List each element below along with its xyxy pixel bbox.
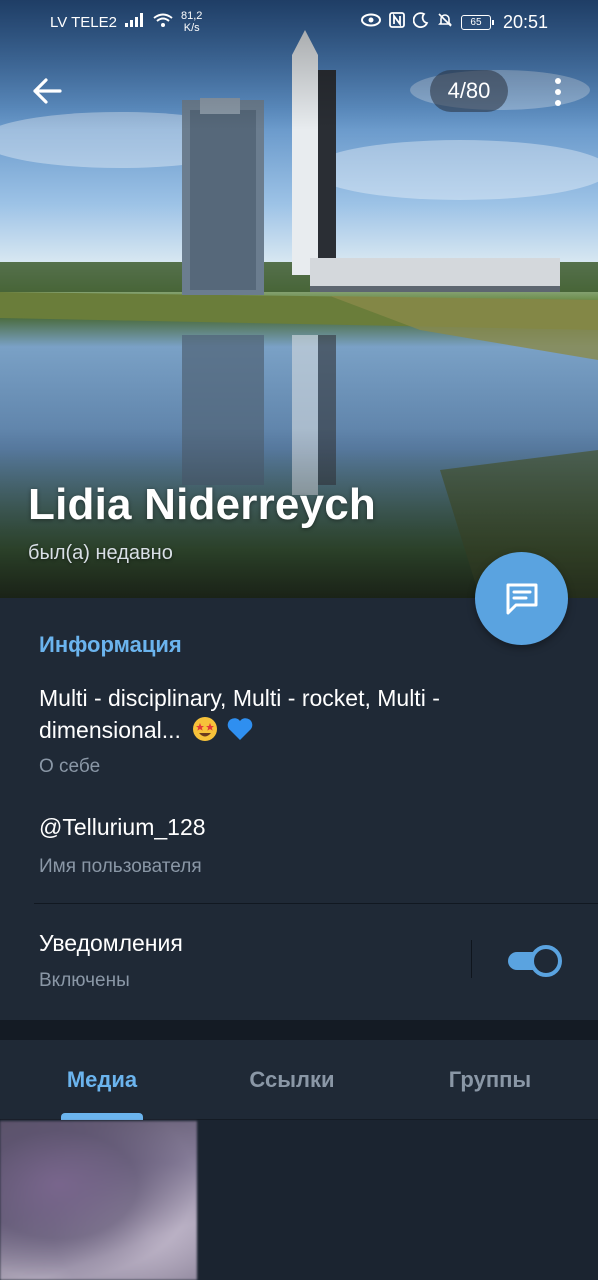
section-gap — [0, 1020, 598, 1040]
info-section: Информация Multi - disciplinary, Multi -… — [0, 598, 598, 1020]
bell-off-icon — [437, 12, 453, 32]
more-vertical-icon — [555, 78, 561, 84]
status-bar: LV TELE2 81,2 K/s 65 20:51 — [0, 0, 598, 44]
net-speed-unit: K/s — [183, 22, 200, 34]
clock: 20:51 — [502, 11, 548, 32]
more-dot — [555, 100, 561, 106]
profile-name: Lidia Niderreych — [28, 480, 376, 529]
net-speed-value: 81,2 — [181, 10, 203, 22]
active-tab-indicator — [61, 1113, 143, 1120]
more-dot — [555, 89, 561, 95]
tab-media[interactable]: Медиа — [0, 1040, 204, 1120]
notifications-title: Уведомления — [39, 930, 183, 956]
vertical-separator — [471, 940, 472, 978]
star-struck-emoji-icon — [193, 717, 218, 741]
notifications-row[interactable]: Уведомления Включены — [0, 904, 598, 1020]
arrow-left-icon — [33, 78, 62, 104]
username-caption: Имя пользователя — [39, 856, 202, 877]
info-heading: Информация — [39, 632, 182, 657]
eye-icon — [360, 13, 381, 31]
tab-groups[interactable]: Группы — [388, 1040, 592, 1120]
photo-counter: 4/80 — [430, 70, 508, 112]
blue-heart-emoji-icon — [227, 718, 253, 740]
media-grid — [0, 1121, 598, 1280]
back-button[interactable] — [26, 70, 68, 112]
shared-media-tabs: Медиа Ссылки Группы — [0, 1040, 598, 1120]
toggle-knob — [530, 945, 562, 977]
message-icon — [506, 583, 537, 614]
media-thumbnail[interactable] — [0, 1121, 197, 1280]
signal-icon — [125, 13, 145, 31]
bio-caption: О себе — [39, 756, 101, 777]
notifications-toggle[interactable] — [506, 945, 562, 977]
net-speed: 81,2 K/s — [181, 10, 202, 34]
wifi-icon — [153, 13, 173, 32]
username[interactable]: @Tellurium_128 — [39, 814, 206, 841]
last-seen-status: был(а) недавно — [28, 542, 173, 564]
tab-links[interactable]: Ссылки — [190, 1040, 394, 1120]
battery-icon: 65 — [460, 14, 494, 30]
nfc-icon — [389, 12, 405, 32]
notifications-state: Включены — [39, 970, 130, 991]
bio-block[interactable]: Multi - disciplinary, Multi - rocket, Mu… — [39, 682, 549, 746]
moon-icon — [412, 12, 429, 32]
more-menu-button[interactable] — [538, 72, 578, 112]
send-message-button[interactable] — [475, 552, 568, 645]
carrier-name: LV TELE2 — [50, 13, 117, 31]
